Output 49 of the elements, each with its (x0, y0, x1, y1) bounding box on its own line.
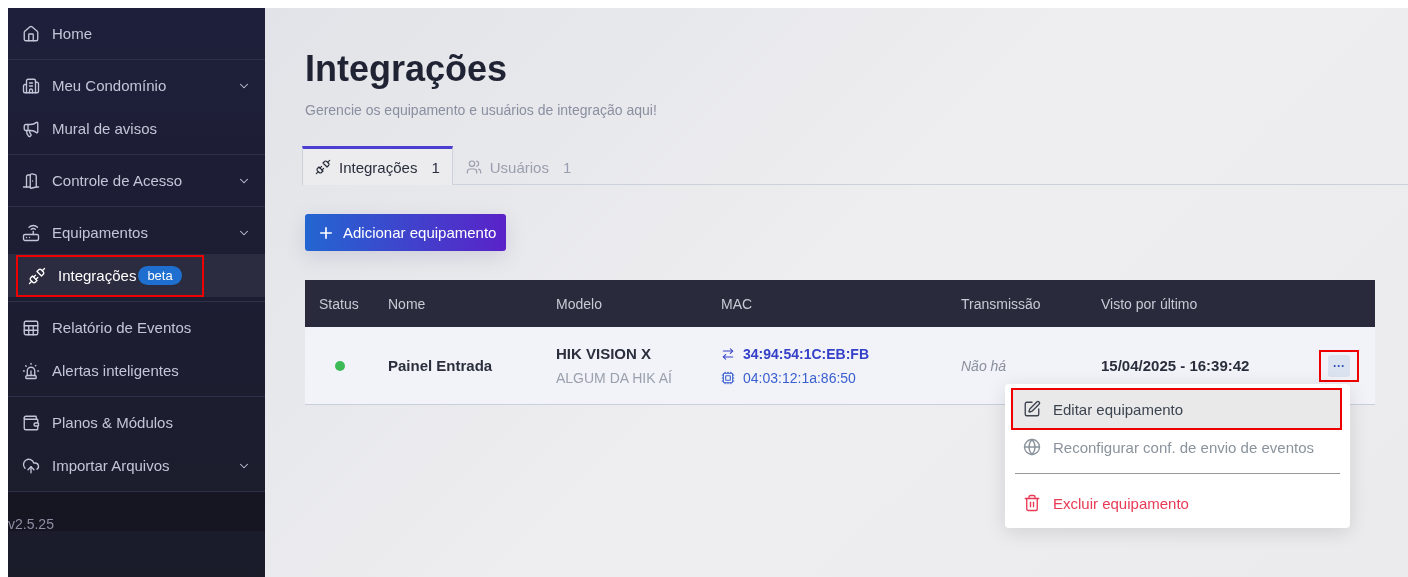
megaphone-icon (22, 119, 40, 138)
trash-icon (1023, 494, 1041, 512)
menu-item[interactable]: Editar equipamento (1013, 390, 1340, 428)
column-header: Nome (388, 295, 427, 312)
nav-item[interactable]: Meu Condomínio (8, 64, 265, 107)
page-title: Integrações (305, 48, 509, 90)
table-cell-text: Painel Entrada (388, 357, 494, 374)
table-cell-text: Não há (961, 357, 1008, 374)
column-header: Visto por último (1101, 295, 1199, 312)
nav-item[interactable]: Controle de Acesso (8, 159, 265, 202)
wallet-icon (22, 413, 40, 432)
building-icon (22, 76, 40, 95)
mac-address: 34:94:54:1C:EB:FB (743, 345, 870, 362)
column-header: Modelo (556, 295, 603, 312)
column-header: MAC (721, 295, 754, 312)
plug-icon (28, 266, 46, 285)
add-equipment-button[interactable]: Adicionar equipamento (305, 214, 507, 251)
beta-badge: beta (138, 266, 182, 285)
table-icon (22, 318, 40, 337)
nav-item[interactable]: Mural de avisos (8, 107, 265, 150)
nav-item[interactable]: Integrações beta (8, 254, 265, 297)
page-subtitle: Gerencie os equipamento e usuários de integração aqui! (305, 102, 658, 118)
users-icon (465, 159, 482, 175)
arrows-icon (721, 346, 735, 361)
nav-item[interactable]: Alertas inteligentes (8, 349, 265, 392)
table-cell-text: HIK VISION X (556, 345, 653, 362)
nav-item[interactable]: Planos & Módulos (8, 401, 265, 444)
home-icon (22, 24, 40, 43)
column-header: Status (319, 295, 360, 312)
door-icon (22, 171, 40, 190)
plug-icon (315, 159, 331, 175)
table-cell-text: ALGUM DA HIK AÍ (556, 370, 673, 386)
chip-icon (721, 370, 735, 385)
more-actions-button[interactable]: ··· (1328, 354, 1350, 377)
nav-item[interactable]: Home (8, 12, 265, 55)
version-text: v2.5.25 (8, 492, 265, 531)
mac-address: 04:03:12:1a:86:50 (743, 369, 856, 386)
edit-icon (1023, 400, 1041, 418)
siren-icon (22, 361, 40, 380)
nav-item[interactable]: Relatório de Eventos (8, 306, 265, 349)
router-icon (22, 223, 40, 242)
table-cell-text: 15/04/2025 - 16:39:42 (1101, 357, 1251, 374)
nav-item[interactable]: Equipamentos (8, 211, 265, 254)
menu-item[interactable]: Excluir equipamento (1013, 484, 1340, 522)
cloud-upload-icon (22, 456, 40, 475)
tab[interactable]: Integrações 1 (302, 146, 453, 185)
column-header: Transmissão (961, 295, 1042, 312)
globe-icon (1023, 438, 1041, 456)
nav-item[interactable]: Importar Arquivos (8, 444, 265, 487)
